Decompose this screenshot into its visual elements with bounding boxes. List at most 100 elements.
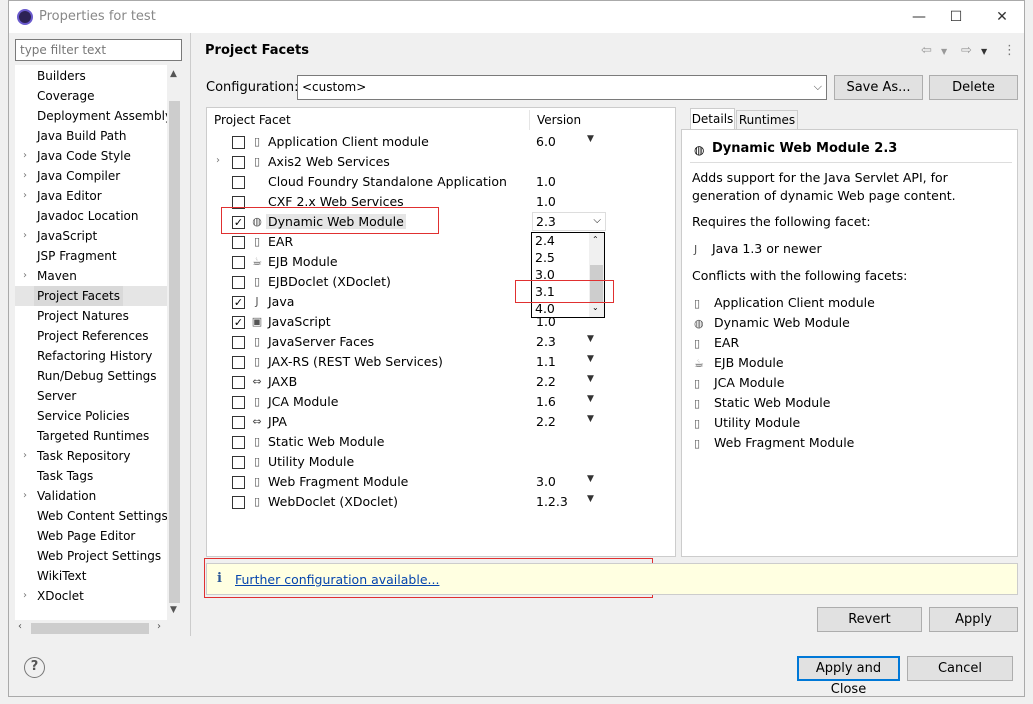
filter-input[interactable]	[15, 39, 182, 61]
nav-item[interactable]: Web Page Editor	[15, 526, 170, 546]
nav-item[interactable]: › Java Editor	[15, 186, 170, 206]
facet-checkbox[interactable]	[232, 136, 245, 149]
facet-version[interactable]: 1.6	[536, 394, 556, 409]
nav-item[interactable]: Refactoring History	[15, 346, 170, 366]
expand-arrow-icon[interactable]: ›	[23, 266, 27, 286]
facet-version[interactable]: 1.2.3	[536, 494, 568, 509]
facet-version[interactable]: 1.0	[536, 174, 556, 189]
nav-item[interactable]: › Validation	[15, 486, 170, 506]
scroll-up-icon[interactable]: ⌃	[592, 235, 599, 244]
cancel-button[interactable]: Cancel	[907, 656, 1013, 681]
version-dropdown-icon[interactable]: ▼	[587, 374, 594, 384]
nav-item[interactable]: › JavaScript	[15, 226, 170, 246]
view-menu-icon[interactable]: ⋮	[1003, 43, 1016, 58]
facet-row[interactable]: ▯ Utility Module	[207, 452, 675, 472]
nav-item[interactable]: JSP Fragment	[15, 246, 170, 266]
expand-arrow-icon[interactable]: ›	[23, 226, 27, 246]
facet-version[interactable]: 2.3	[536, 334, 556, 349]
version-dropdown-icon[interactable]: ▼	[587, 474, 594, 484]
facet-checkbox[interactable]	[232, 376, 245, 389]
expand-arrow-icon[interactable]: ›	[23, 486, 27, 506]
nav-item[interactable]: Project References	[15, 326, 170, 346]
facet-row[interactable]: › ▯ Axis2 Web Services	[207, 152, 675, 172]
facet-checkbox[interactable]	[232, 476, 245, 489]
save-as-button[interactable]: Save As...	[834, 75, 923, 100]
panel-divider[interactable]	[190, 33, 191, 636]
version-dropdown-icon[interactable]: ▼	[587, 414, 594, 424]
scroll-right-icon[interactable]: ›	[157, 621, 161, 632]
facet-checkbox[interactable]	[232, 336, 245, 349]
facet-row[interactable]: ▯ Web Fragment Module 3.0 ▼	[207, 472, 675, 492]
apply-and-close-button[interactable]: Apply and Close	[797, 656, 900, 697]
facet-row[interactable]: ▯ Application Client module 6.0 ▼	[207, 132, 675, 152]
nav-hscroll-thumb[interactable]	[31, 623, 149, 634]
nav-item[interactable]: Web Content Settings	[15, 506, 170, 526]
facet-version[interactable]: 2.2	[536, 414, 556, 429]
nav-item[interactable]: › XDoclet	[15, 586, 170, 606]
tab-runtimes[interactable]: Runtimes	[736, 110, 798, 130]
facet-checkbox[interactable]	[232, 436, 245, 449]
facet-row[interactable]: ▯ JAX-RS (REST Web Services) 1.1 ▼	[207, 352, 675, 372]
facet-checkbox[interactable]: ✓	[232, 316, 245, 329]
tab-details[interactable]: Details	[690, 108, 735, 130]
expand-arrow-icon[interactable]: ›	[23, 166, 27, 186]
expand-arrow-icon[interactable]: ›	[23, 446, 27, 466]
version-option[interactable]: 2.5	[535, 250, 555, 265]
nav-item[interactable]: Run/Debug Settings	[15, 366, 170, 386]
facet-checkbox[interactable]	[232, 256, 245, 269]
facet-version[interactable]: 1.0	[536, 194, 556, 209]
facet-checkbox[interactable]: ✓	[232, 296, 245, 309]
nav-item[interactable]: Service Policies	[15, 406, 170, 426]
nav-item[interactable]: › Java Compiler	[15, 166, 170, 186]
nav-item[interactable]: Web Project Settings	[15, 546, 170, 566]
further-configuration-link[interactable]: Further configuration available...	[235, 572, 439, 587]
facet-row[interactable]: ⇔ JPA 2.2 ▼	[207, 412, 675, 432]
back-icon[interactable]: ⇦	[921, 43, 932, 58]
nav-item[interactable]: Task Tags	[15, 466, 170, 486]
dropdown-scrollbar[interactable]: ⌃ ⌄	[589, 233, 604, 317]
expand-arrow-icon[interactable]: ›	[216, 155, 220, 166]
scroll-down-icon[interactable]: ▼	[170, 605, 177, 615]
version-dropdown-icon[interactable]: ▼	[587, 334, 594, 344]
configuration-select[interactable]: <custom> ⌵	[297, 75, 827, 100]
nav-item[interactable]: Coverage	[15, 86, 170, 106]
facet-version[interactable]: 6.0	[536, 134, 556, 149]
nav-item[interactable]: Builders	[15, 66, 170, 86]
version-dropdown-icon[interactable]: ▼	[587, 134, 594, 144]
expand-arrow-icon[interactable]: ›	[23, 586, 27, 606]
revert-button[interactable]: Revert	[817, 607, 922, 632]
nav-vertical-scrollbar[interactable]: ▲ ▼	[167, 65, 182, 620]
nav-item[interactable]: Project Natures	[15, 306, 170, 326]
facet-row[interactable]: ▯ JCA Module 1.6 ▼	[207, 392, 675, 412]
facet-checkbox[interactable]	[232, 496, 245, 509]
nav-item[interactable]: Java Build Path	[15, 126, 170, 146]
maximize-button[interactable]: ☐	[941, 7, 971, 27]
nav-item[interactable]: Deployment Assembly	[15, 106, 172, 126]
scroll-left-icon[interactable]: ‹	[18, 621, 22, 632]
facet-checkbox[interactable]	[232, 176, 245, 189]
version-option[interactable]: 2.4	[535, 233, 555, 248]
forward-menu-icon[interactable]: ▼	[981, 47, 987, 56]
facet-checkbox[interactable]	[232, 396, 245, 409]
apply-button[interactable]: Apply	[929, 607, 1018, 632]
facet-checkbox[interactable]	[232, 276, 245, 289]
back-menu-icon[interactable]: ▼	[941, 47, 947, 56]
version-dropdown-icon[interactable]: ▼	[587, 354, 594, 364]
nav-item[interactable]: Server	[15, 386, 170, 406]
facet-checkbox[interactable]	[232, 236, 245, 249]
nav-horizontal-scrollbar[interactable]: ‹ ›	[15, 620, 167, 637]
nav-item[interactable]: Targeted Runtimes	[15, 426, 170, 446]
nav-item[interactable]: › Task Repository	[15, 446, 170, 466]
version-option[interactable]: 4.0	[535, 301, 555, 316]
forward-icon[interactable]: ⇨	[961, 43, 972, 58]
nav-item[interactable]: Project Facets	[15, 286, 170, 306]
facet-version[interactable]: 2.2	[536, 374, 556, 389]
expand-arrow-icon[interactable]: ›	[23, 186, 27, 206]
nav-item[interactable]: Javadoc Location	[15, 206, 170, 226]
nav-item[interactable]: › Maven	[15, 266, 170, 286]
facet-checkbox[interactable]	[232, 456, 245, 469]
version-dropdown-icon[interactable]: ▼	[587, 394, 594, 404]
scroll-down-icon[interactable]: ⌄	[592, 303, 599, 312]
facet-checkbox[interactable]	[232, 416, 245, 429]
minimize-button[interactable]: —	[904, 7, 934, 27]
